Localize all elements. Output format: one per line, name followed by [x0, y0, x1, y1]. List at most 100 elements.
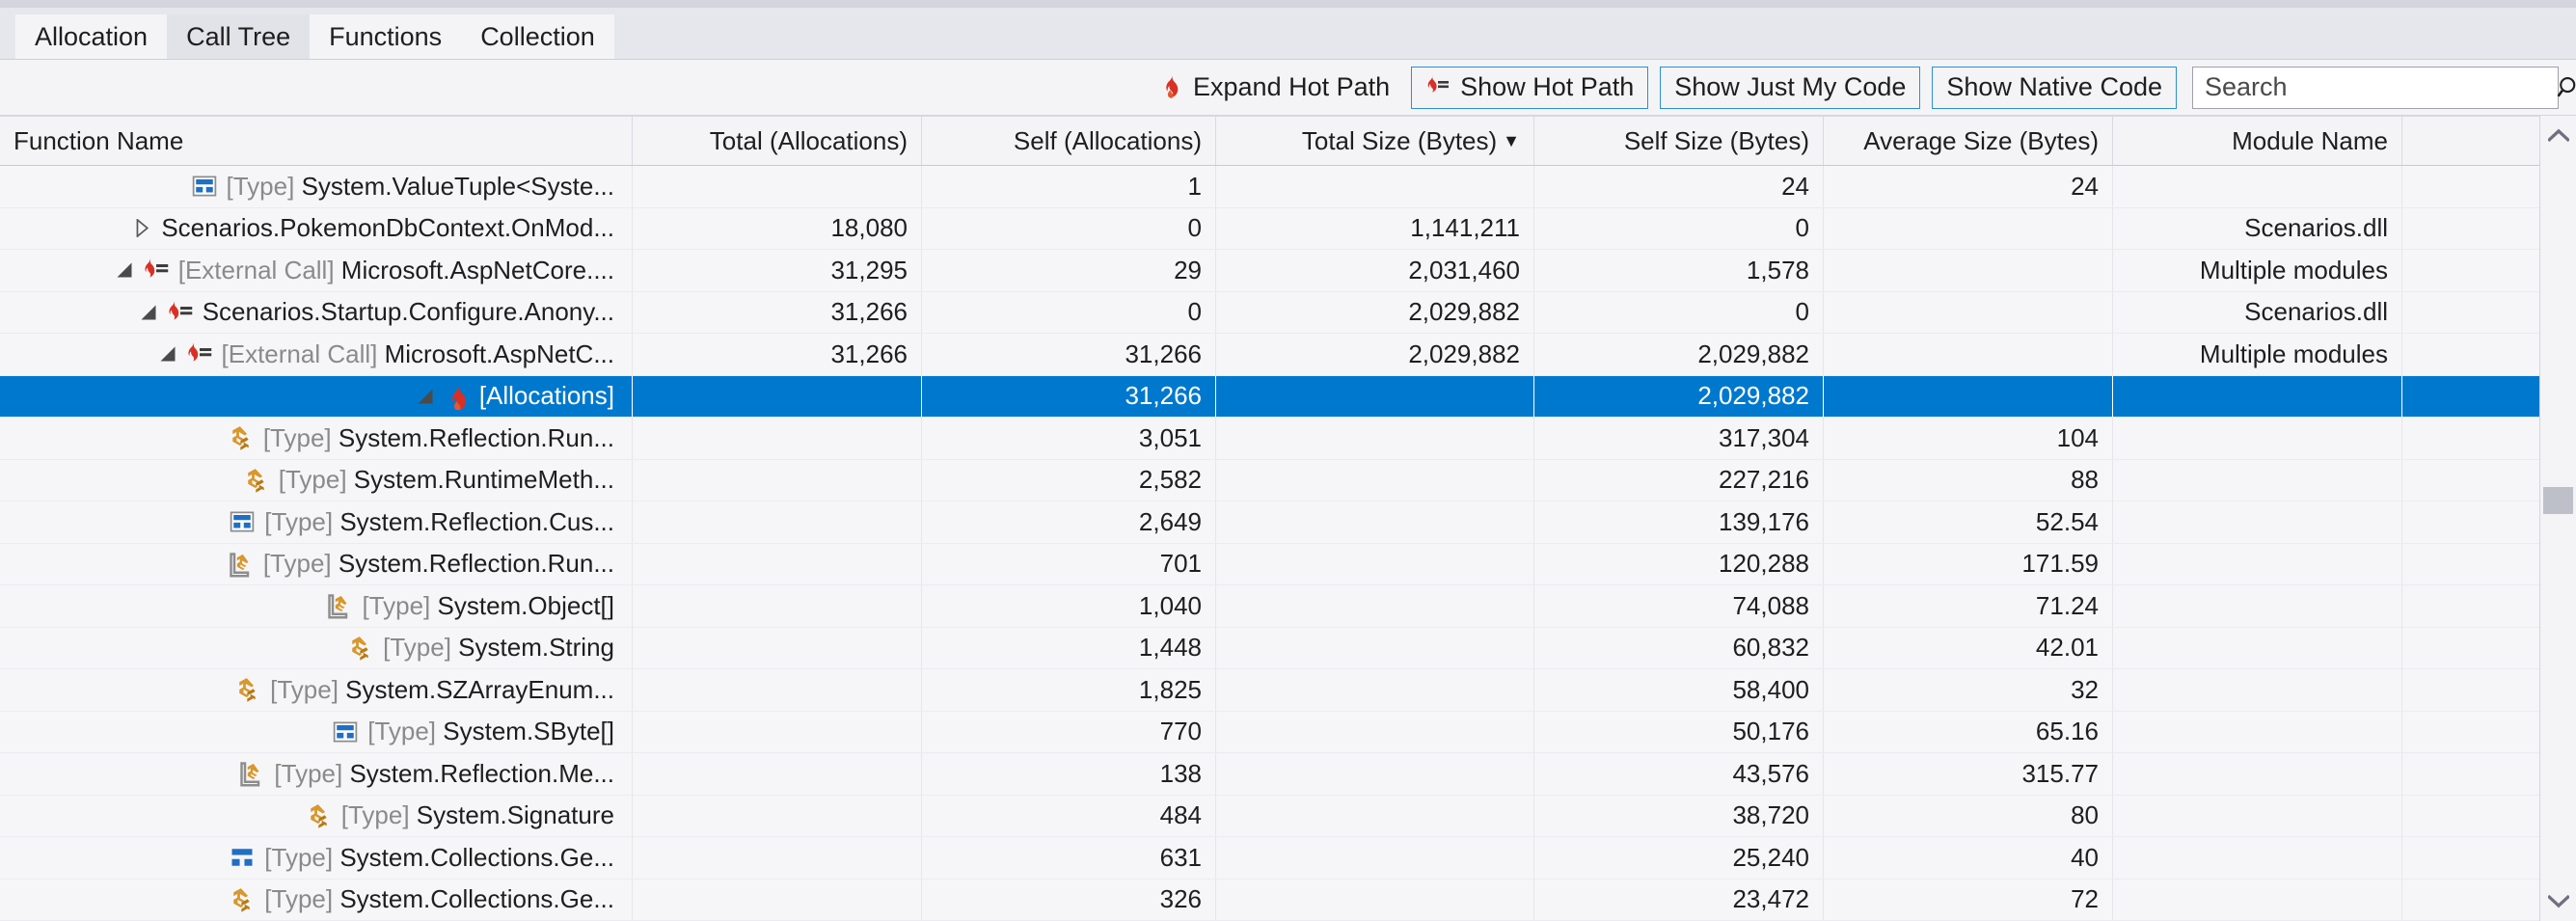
function-name-text: System.Reflection.Cus...: [339, 506, 614, 536]
flame-icon: [1158, 73, 1183, 101]
scroll-up-icon[interactable]: [2540, 116, 2576, 154]
cell-function-name[interactable]: [Allocations]: [0, 375, 633, 417]
cell-function-name[interactable]: [Type] System.Reflection.Me...: [0, 753, 633, 795]
table-row[interactable]: [Type] System.Signature 484 38,720 80: [0, 795, 2539, 837]
cell-function-name[interactable]: [Type] System.RuntimeMeth...: [0, 459, 633, 501]
cell-self-allocations: 326: [922, 879, 1216, 920]
cell-function-name[interactable]: Scenarios.Startup.Configure.Anony...: [0, 291, 633, 333]
table-row[interactable]: [Allocations] 31,266 2,029,882: [0, 375, 2539, 418]
function-name-label: [Type] System.Reflection.Run...: [263, 423, 614, 453]
cell-total-size: [1216, 837, 1534, 879]
call-tree-rows: [Type] System.ValueTuple<Syste... 1 24 24 Sc…: [0, 166, 2539, 921]
cell-average-size: 315.77: [1824, 753, 2113, 795]
table-row[interactable]: [Type] System.Reflection.Cus... 2,649 139,…: [0, 501, 2539, 544]
table-row[interactable]: [Type] System.RuntimeMeth... 2,582 227,216…: [0, 459, 2539, 501]
table-row[interactable]: [Type] System.Reflection.Me... 138 43,576 3…: [0, 753, 2539, 796]
column-header-spacer[interactable]: [2402, 117, 2539, 165]
function-name-text: System.Reflection.Run...: [338, 549, 614, 579]
cell-function-name[interactable]: [Type] System.Collections.Ge...: [0, 837, 633, 879]
cell-function-name[interactable]: [Type] System.Object[]: [0, 585, 633, 627]
cell-total-size: [1216, 501, 1534, 543]
cell-module-name: Multiple modules: [2113, 334, 2402, 375]
cell-self-size: 74,088: [1534, 585, 1824, 627]
table-row[interactable]: [Type] System.Collections.Ge... 631 25,240…: [0, 837, 2539, 880]
cell-function-name[interactable]: [Type] System.SByte[]: [0, 711, 633, 752]
expand-triangle-icon[interactable]: [133, 219, 152, 238]
cell-self-allocations: 2,582: [922, 459, 1216, 501]
show-just-my-code-button[interactable]: Show Just My Code: [1660, 66, 1921, 109]
column-header-self-size-bytes[interactable]: Self Size (Bytes): [1534, 117, 1824, 165]
scrollbar-thumb[interactable]: [2543, 487, 2573, 514]
table-row[interactable]: [Type] System.SZArrayEnum... 1,825 58,400 3…: [0, 669, 2539, 712]
cell-self-size: 24: [1534, 166, 1824, 207]
cell-module-name: [2113, 837, 2402, 879]
cell-total-allocations: [633, 418, 922, 459]
scroll-down-icon[interactable]: [2540, 882, 2576, 921]
table-row[interactable]: Scenarios.Startup.Configure.Anony... 31,2…: [0, 291, 2539, 334]
vertical-scrollbar[interactable]: [2539, 116, 2576, 921]
column-header-label: Total Size (Bytes): [1301, 125, 1498, 155]
collapse-triangle-icon[interactable]: [416, 388, 435, 405]
cell-self-allocations: 631: [922, 837, 1216, 879]
column-header-total-allocations[interactable]: Total (Allocations): [633, 117, 922, 165]
cell-average-size: 88: [1824, 459, 2113, 501]
cell-self-allocations: 138: [922, 753, 1216, 795]
cell-total-allocations: [633, 753, 922, 795]
table-row[interactable]: [Type] System.Reflection.Run... 701 120,28…: [0, 543, 2539, 585]
column-header-function-name[interactable]: Function Name: [0, 117, 633, 165]
cell-function-name[interactable]: [Type] System.Collections.Ge...: [0, 879, 633, 920]
scrollbar-track[interactable]: [2540, 154, 2576, 882]
search-input[interactable]: [2193, 67, 2556, 108]
column-header-self-allocations[interactable]: Self (Allocations): [922, 117, 1216, 165]
search-box[interactable]: [2192, 66, 2576, 109]
cell-function-name[interactable]: [External Call] Microsoft.AspNetC...: [0, 334, 633, 375]
cell-spacer: [2402, 292, 2539, 334]
function-name-text: System.String: [458, 633, 614, 663]
function-name-prefix: [Type]: [274, 758, 350, 788]
table-row[interactable]: [Type] System.ValueTuple<Syste... 1 24 24: [0, 166, 2539, 208]
column-header-module-name[interactable]: Module Name: [2113, 117, 2402, 165]
tab-call-tree[interactable]: Call Tree: [167, 14, 311, 59]
cell-total-allocations: 31,295: [633, 250, 922, 291]
cell-function-name[interactable]: Scenarios.PokemonDbContext.OnMod...: [0, 207, 633, 249]
cell-function-name[interactable]: [Type] System.Reflection.Run...: [0, 543, 633, 584]
table-row[interactable]: [External Call] Microsoft.AspNetC... 31,2…: [0, 334, 2539, 376]
tab-functions[interactable]: Functions: [310, 14, 462, 59]
cell-function-name[interactable]: [Type] System.Reflection.Cus...: [0, 501, 633, 543]
collapse-triangle-icon[interactable]: [115, 261, 134, 279]
cell-function-name[interactable]: [Type] System.ValueTuple<Syste...: [0, 166, 633, 207]
show-native-code-button[interactable]: Show Native Code: [1932, 66, 2177, 109]
show-hot-path-button[interactable]: Show Hot Path: [1411, 66, 1649, 109]
function-name-text: System.SByte[]: [443, 717, 614, 746]
tab-collection[interactable]: Collection: [461, 14, 614, 59]
column-header-label: Module Name: [2232, 125, 2388, 155]
column-header-total-size-bytes[interactable]: Total Size (Bytes) ▼: [1216, 117, 1534, 165]
cell-self-allocations: 484: [922, 795, 1216, 836]
table-row[interactable]: Scenarios.PokemonDbContext.OnMod... 18,08…: [0, 207, 2539, 250]
search-icon[interactable]: [2556, 68, 2576, 108]
cell-total-size: [1216, 585, 1534, 627]
cell-function-name[interactable]: [Type] System.Reflection.Run...: [0, 418, 633, 459]
cell-self-size: 60,832: [1534, 627, 1824, 668]
cell-spacer: [2402, 712, 2539, 753]
table-row[interactable]: [Type] System.Object[] 1,040 74,088 71.24: [0, 585, 2539, 628]
cell-self-size: 0: [1534, 291, 1824, 333]
function-name-label: Scenarios.Startup.Configure.Anony...: [203, 297, 614, 327]
expand-hot-path-button[interactable]: Expand Hot Path: [1149, 68, 1399, 106]
cell-self-size: 139,176: [1534, 501, 1824, 543]
collapse-triangle-icon[interactable]: [158, 345, 177, 363]
table-row[interactable]: [Type] System.Reflection.Run... 3,051 317,…: [0, 418, 2539, 460]
table-row[interactable]: [Type] System.SByte[] 770 50,176 65.16: [0, 711, 2539, 753]
collapse-triangle-icon[interactable]: [139, 304, 158, 321]
column-header-average-size-bytes[interactable]: Average Size (Bytes): [1824, 117, 2113, 165]
cell-function-name[interactable]: [Type] System.String: [0, 627, 633, 668]
cell-function-name[interactable]: [Type] System.SZArrayEnum...: [0, 669, 633, 711]
cell-function-name[interactable]: [External Call] Microsoft.AspNetCore....: [0, 250, 633, 291]
table-row[interactable]: [Type] System.Collections.Ge... 326 23,472…: [0, 879, 2539, 921]
tab-allocation[interactable]: Allocation: [15, 14, 168, 59]
table-row[interactable]: [Type] System.String 1,448 60,832 42.01: [0, 627, 2539, 669]
cell-function-name[interactable]: [Type] System.Signature: [0, 795, 633, 836]
function-name-prefix: [Type]: [362, 590, 438, 620]
table-row[interactable]: [External Call] Microsoft.AspNetCore....…: [0, 250, 2539, 292]
cell-self-size: 50,176: [1534, 711, 1824, 752]
